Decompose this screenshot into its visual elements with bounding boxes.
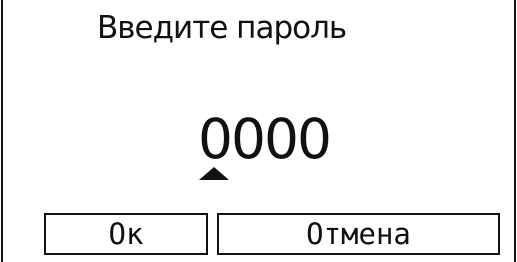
cancel-button[interactable]: Отмена [217,213,500,255]
password-digit-3[interactable]: 0 [264,108,299,170]
dialog-title: Введите пароль [97,10,347,46]
password-digit-4[interactable]: 0 [297,108,332,170]
right-border [514,0,516,262]
ok-button[interactable]: Ок [44,213,208,255]
caret-up-icon [199,167,229,180]
password-digit-2[interactable]: 0 [231,108,266,170]
left-border [1,0,3,262]
password-digit-1[interactable]: 0 [198,108,233,170]
password-dialog: Введите пароль 0 0 0 0 Ок Отмена [0,0,517,262]
password-digits[interactable]: 0 0 0 0 [198,108,332,170]
